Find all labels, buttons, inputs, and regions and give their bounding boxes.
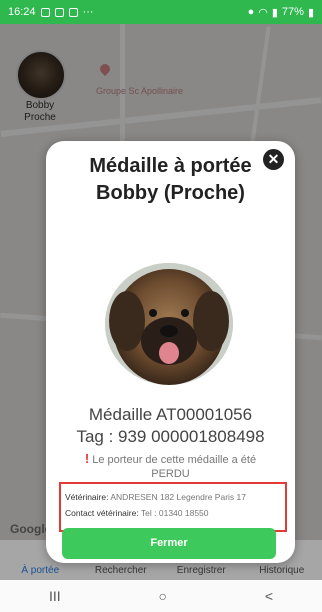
battery-icon: ▮ [307, 6, 314, 19]
exclamation-icon: ! [84, 451, 90, 466]
vet-contact-value[interactable]: Tel : 01340 18550 [141, 508, 209, 518]
notification-icon [68, 7, 78, 17]
signal-icon: ▮ [271, 6, 278, 19]
status-bar: 16:24 ··· ● ◠ ▮ 77% ▮ [0, 0, 322, 24]
home-icon[interactable]: ○ [159, 588, 167, 604]
gallery-icon [54, 7, 64, 17]
medal-modal: ✕ Médaille à portée Bobby (Proche) Médai… [46, 141, 295, 563]
vet-contact-row: Contact vétérinaire: Tel : 01340 18550 [65, 505, 281, 521]
vet-label: Vétérinaire: [65, 492, 109, 502]
battery-level: 77% [281, 6, 304, 18]
vet-contact-label: Contact vétérinaire: [65, 508, 139, 518]
location-icon: ● [247, 6, 255, 18]
more-notifications-icon: ··· [82, 6, 94, 18]
vet-row: Vétérinaire: ANDRESEN 182 Legendre Paris… [65, 489, 281, 505]
clock: 16:24 [8, 6, 36, 18]
medal-id: Médaille AT00001056 [88, 405, 253, 424]
vet-info-box: Vétérinaire: ANDRESEN 182 Legendre Paris… [59, 482, 287, 532]
message-icon [40, 7, 50, 17]
modal-title: Médaille à portée Bobby (Proche) [89, 155, 252, 204]
lost-warning: ! Le porteur de cette médaille a été PERD… [66, 452, 275, 481]
lost-warning-text: Le porteur de cette médaille a été PERDU [92, 454, 257, 480]
system-nav-bar: III ○ < [0, 580, 322, 612]
vet-value: ANDRESEN 182 Legendre Paris 17 [110, 492, 246, 502]
recents-icon[interactable]: III [49, 588, 61, 604]
fermer-button[interactable]: Fermer [62, 528, 276, 559]
tag-number: Tag : 939 000001808498 [76, 427, 265, 446]
pet-photo [105, 263, 233, 385]
back-icon[interactable]: < [265, 588, 273, 604]
wifi-icon: ◠ [258, 6, 268, 19]
